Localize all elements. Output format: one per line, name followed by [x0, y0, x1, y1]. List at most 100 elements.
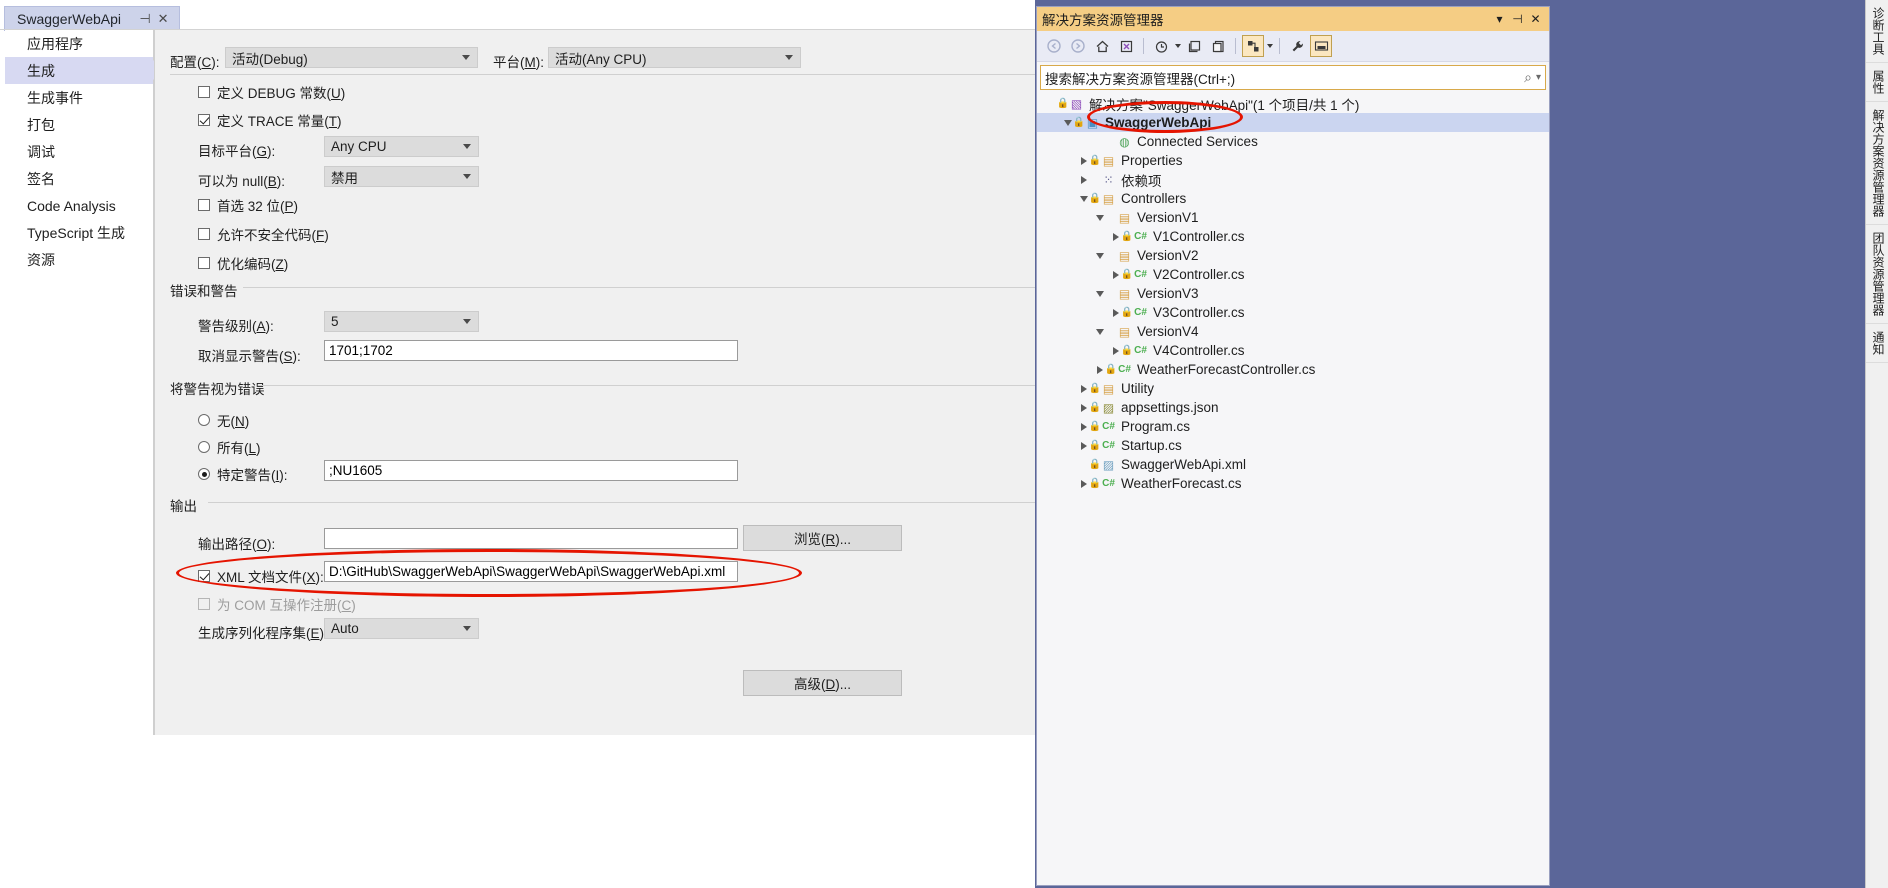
- nav-item-debug[interactable]: 调试: [5, 138, 153, 165]
- pin-icon[interactable]: ⊣: [137, 10, 153, 28]
- dependencies-icon: ⁙: [1103, 172, 1114, 187]
- tree-row[interactable]: 🔒 C# V4Controller.cs: [1037, 341, 1549, 360]
- define-trace-checkbox[interactable]: [198, 114, 210, 126]
- history-icon[interactable]: [1150, 35, 1172, 57]
- tree-row[interactable]: 🔒 C# V1Controller.cs: [1037, 227, 1549, 246]
- nav-item-application[interactable]: 应用程序: [5, 30, 153, 57]
- back-icon[interactable]: [1043, 35, 1065, 57]
- tree-row[interactable]: 🔒 ▣ SwaggerWebApi: [1037, 113, 1549, 132]
- home-icon[interactable]: [1091, 35, 1113, 57]
- nav-item-build-events[interactable]: 生成事件: [5, 84, 153, 111]
- tree-row[interactable]: 🔒 ▤ Utility: [1037, 379, 1549, 398]
- specific-warnings-input[interactable]: ;NU1605: [324, 460, 738, 481]
- expander-collapsed-icon[interactable]: [1077, 175, 1090, 184]
- configuration-combobox[interactable]: 活动(Debug): [225, 47, 478, 68]
- search-dropdown-icon[interactable]: ▾: [1536, 72, 1541, 83]
- csharp-icon: C#: [1134, 345, 1147, 356]
- expander-expanded-icon[interactable]: [1093, 328, 1106, 335]
- output-path-input[interactable]: [324, 528, 738, 549]
- tree-row[interactable]: ▤ VersionV4: [1037, 322, 1549, 341]
- vtab-team-explorer[interactable]: 团队资源管理器: [1866, 225, 1888, 324]
- tree-item-label: Controllers: [1121, 191, 1187, 206]
- define-debug-label: 定义 DEBUG 常数(U): [217, 82, 345, 102]
- forward-icon[interactable]: [1067, 35, 1089, 57]
- window-pin-icon[interactable]: ⊣: [1509, 7, 1526, 31]
- properties-dropdown-icon[interactable]: [1267, 44, 1273, 48]
- expander-expanded-icon[interactable]: [1093, 290, 1106, 297]
- vtab-diagnostic-tools[interactable]: 诊断工具: [1866, 0, 1888, 63]
- collapse-all-icon[interactable]: [1183, 35, 1205, 57]
- define-debug-checkbox[interactable]: [198, 86, 210, 98]
- nav-item-code-analysis[interactable]: Code Analysis: [5, 192, 153, 219]
- close-icon[interactable]: ✕: [155, 10, 171, 28]
- nullable-combobox[interactable]: 禁用: [324, 166, 479, 187]
- tree-row[interactable]: ▤ VersionV3: [1037, 284, 1549, 303]
- window-close-icon[interactable]: ✕: [1527, 7, 1544, 31]
- prefer-32bit-checkbox[interactable]: [198, 199, 210, 211]
- allow-unsafe-checkbox[interactable]: [198, 228, 210, 240]
- pending-changes-icon[interactable]: [1115, 35, 1137, 57]
- search-icon[interactable]: ⌕: [1524, 69, 1532, 86]
- prefer-32bit-option[interactable]: 首选 32 位(P): [198, 195, 298, 215]
- document-tab-swaggerwebapi[interactable]: SwaggerWebApi ⊣ ✕: [4, 6, 181, 31]
- nav-item-signing[interactable]: 签名: [5, 165, 153, 192]
- tree-row[interactable]: 🔒 ▤ Properties: [1037, 151, 1549, 170]
- warnings-none-radio[interactable]: [198, 414, 210, 426]
- expander-expanded-icon[interactable]: [1093, 214, 1106, 221]
- serialization-combobox[interactable]: Auto: [324, 618, 479, 639]
- vtab-notifications[interactable]: 通知: [1866, 324, 1888, 363]
- xml-doc-path-value: D:\GitHub\SwaggerWebApi\SwaggerWebApi\Sw…: [329, 564, 726, 579]
- target-platform-combobox[interactable]: Any CPU: [324, 136, 479, 157]
- window-dropdown-icon[interactable]: ▾: [1491, 7, 1508, 31]
- tree-row[interactable]: 🔒 C# V3Controller.cs: [1037, 303, 1549, 322]
- preview-selected-items-icon[interactable]: [1310, 35, 1332, 57]
- solution-explorer-search[interactable]: 搜索解决方案资源管理器(Ctrl+;) ⌕ ▾: [1040, 65, 1546, 90]
- vtab-properties[interactable]: 属性: [1866, 63, 1888, 102]
- advanced-button[interactable]: 高级(D)...: [743, 670, 902, 696]
- wrench-icon[interactable]: [1286, 35, 1308, 57]
- optimize-code-checkbox[interactable]: [198, 257, 210, 269]
- tree-row[interactable]: 🔒 ▤ Controllers: [1037, 189, 1549, 208]
- define-trace-option[interactable]: 定义 TRACE 常量(T): [198, 110, 342, 130]
- xml-doc-path-input[interactable]: D:\GitHub\SwaggerWebApi\SwaggerWebApi\Sw…: [324, 561, 738, 582]
- tree-row[interactable]: ⁙ 依赖项: [1037, 170, 1549, 189]
- search-input[interactable]: 搜索解决方案资源管理器(Ctrl+;): [1045, 68, 1524, 88]
- properties-icon[interactable]: [1242, 35, 1264, 57]
- warnings-specific-option[interactable]: 特定警告(I):: [198, 464, 288, 484]
- tree-row[interactable]: 🔒 ▨ SwaggerWebApi.xml: [1037, 455, 1549, 474]
- nav-item-build[interactable]: 生成: [5, 57, 164, 84]
- tree-row[interactable]: ▤ VersionV1: [1037, 208, 1549, 227]
- expander-expanded-icon[interactable]: [1093, 252, 1106, 259]
- vtab-solution-explorer[interactable]: 解决方案资源管理器: [1866, 102, 1888, 225]
- xml-doc-option[interactable]: XML 文档文件(X):: [198, 566, 324, 586]
- warnings-specific-radio[interactable]: [198, 468, 210, 480]
- nav-item-resources[interactable]: 资源: [5, 246, 153, 273]
- specific-warnings-value: ;NU1605: [329, 463, 383, 478]
- platform-combobox[interactable]: 活动(Any CPU): [548, 47, 801, 68]
- tree-row[interactable]: 🔒 ▧ 解决方案"SwaggerWebApi"(1 个项目/共 1 个): [1037, 94, 1549, 113]
- tree-row[interactable]: 🔒 ▨ appsettings.json: [1037, 398, 1549, 417]
- tree-row[interactable]: ◍ Connected Services: [1037, 132, 1549, 151]
- tree-row[interactable]: 🔒 C# Program.cs: [1037, 417, 1549, 436]
- allow-unsafe-option[interactable]: 允许不安全代码(F): [198, 224, 329, 244]
- warnings-none-option[interactable]: 无(N): [198, 410, 249, 430]
- tree-row[interactable]: 🔒 C# WeatherForecast.cs: [1037, 474, 1549, 493]
- nav-item-package[interactable]: 打包: [5, 111, 153, 138]
- suppress-warnings-input[interactable]: 1701;1702: [324, 340, 738, 361]
- xml-doc-checkbox[interactable]: [198, 570, 210, 582]
- warnings-all-option[interactable]: 所有(L): [198, 437, 261, 457]
- tree-row[interactable]: 🔒 C# WeatherForecastController.cs: [1037, 360, 1549, 379]
- tree-row[interactable]: ▤ VersionV2: [1037, 246, 1549, 265]
- warnings-all-radio[interactable]: [198, 441, 210, 453]
- tree-row[interactable]: 🔒 C# V2Controller.cs: [1037, 265, 1549, 284]
- warning-level-label: 警告级别(A):: [198, 315, 274, 335]
- tree-row[interactable]: 🔒 C# Startup.cs: [1037, 436, 1549, 455]
- define-debug-option[interactable]: 定义 DEBUG 常数(U): [198, 82, 345, 102]
- nav-item-typescript-build[interactable]: TypeScript 生成: [5, 219, 153, 246]
- browse-button[interactable]: 浏览(R)...: [743, 525, 902, 551]
- suppress-warnings-label: 取消显示警告(S):: [198, 345, 301, 365]
- show-all-files-icon[interactable]: [1207, 35, 1229, 57]
- warning-level-combobox[interactable]: 5: [324, 311, 479, 332]
- history-dropdown-icon[interactable]: [1175, 44, 1181, 48]
- optimize-code-option[interactable]: 优化编码(Z): [198, 253, 288, 273]
